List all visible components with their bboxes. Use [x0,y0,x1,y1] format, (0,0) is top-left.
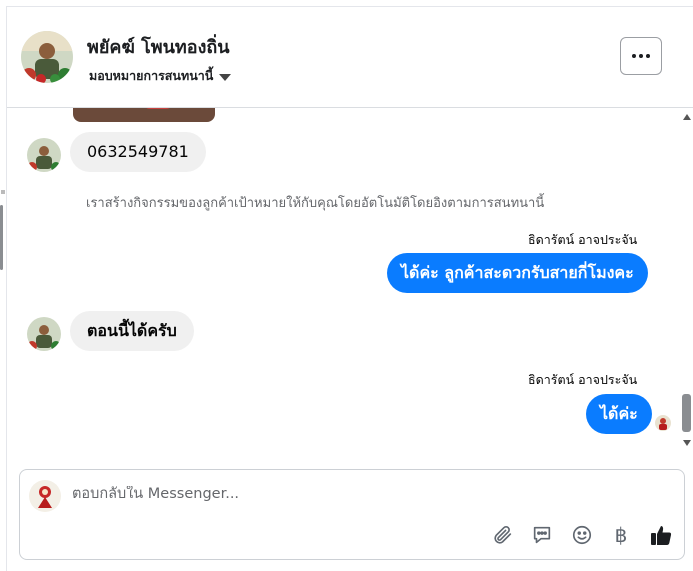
outgoing-message-bubble[interactable]: ได้ค่ะ ลูกค้าสะดวกรับสายกี่โมงคะ [387,253,648,293]
contact-name[interactable]: พยัคฆ์ โพนทองถิ่น [87,32,230,61]
more-dot [639,54,643,58]
thumbs-up-icon[interactable] [648,522,674,548]
conversation-panel: พยัคฆ์ โพนทองถิ่น มอบหมายการสนทนานี้ 063… [0,0,693,571]
message-thread: 0632549781 เราสร้างกิจกรรมของลูกค้าเป้าห… [7,108,693,455]
assign-conversation-label: มอบหมายการสนทนานี้ [89,68,214,83]
shared-image-preview[interactable] [73,108,215,122]
emoji-icon[interactable] [569,522,595,548]
caret-down-icon [219,73,232,81]
more-options-button[interactable] [620,37,662,75]
sender-name: ธิดารัตน์ อาจประจัน [528,372,638,387]
page-avatar [29,480,61,512]
conversation-header: พยัคฆ์ โพนทองถิ่น มอบหมายการสนทนานี้ [7,7,693,108]
contact-avatar-small[interactable] [27,317,61,351]
scroll-thumb[interactable] [682,394,691,432]
lead-activity-notice: เราสร้างกิจกรรมของลูกค้าเป้าหมายให้กับคุ… [86,196,545,211]
left-panel-scroll-thumb[interactable] [0,205,3,270]
seen-indicator-avatar [655,415,671,431]
incoming-message-bubble[interactable]: ตอนนี้ได้ครับ [70,311,194,351]
scroll-down-arrow-icon[interactable] [683,440,691,446]
incoming-message-bubble[interactable]: 0632549781 [70,132,206,172]
more-horizontal-icon [632,54,636,58]
thread-scrollbar[interactable] [680,110,693,450]
contact-avatar[interactable] [21,31,73,83]
contact-avatar-small[interactable] [27,138,61,172]
scroll-up-arrow-icon[interactable] [683,114,691,120]
baht-icon[interactable]: ฿ [608,522,634,548]
left-scroll-marker [1,190,5,194]
more-dot [646,54,650,58]
paperclip-icon[interactable] [490,522,516,548]
assign-conversation-dropdown[interactable]: มอบหมายการสนทนานี้ [89,66,232,86]
reply-input[interactable] [72,486,572,502]
baht-symbol: ฿ [614,523,628,547]
sender-name: ธิดารัตน์ อาจประจัน [528,232,638,247]
outgoing-message-bubble[interactable]: ได้ค่ะ [586,394,652,434]
chat-bubble-icon[interactable] [529,522,555,548]
reply-composer: ฿ [19,469,685,560]
